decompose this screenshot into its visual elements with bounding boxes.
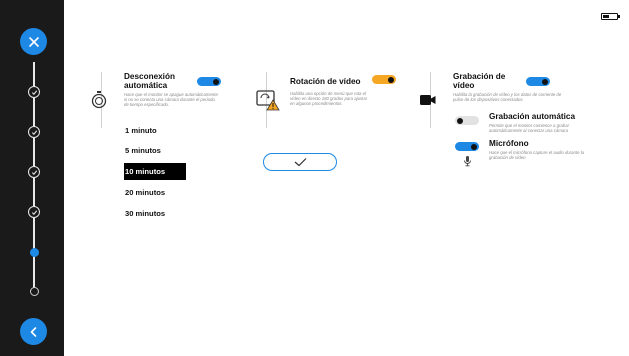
confirm-button[interactable] <box>263 153 337 171</box>
timer-icon <box>90 90 108 110</box>
auto-disconnect-description: Hace que el monitor se apague automática… <box>124 92 218 107</box>
video-recording-title: Grabación de vídeo <box>453 72 506 90</box>
step-done-icon[interactable] <box>28 206 40 218</box>
step-done-icon[interactable] <box>28 126 40 138</box>
back-button[interactable] <box>20 318 47 345</box>
video-recording-toggle[interactable] <box>526 77 550 86</box>
microphone-description: Hace que el micrófono capture el audio d… <box>489 150 585 160</box>
auto-disconnect-title: Desconexión automática <box>124 72 175 90</box>
microphone-title: Micrófono <box>489 139 529 148</box>
auto-record-title: Grabación automática <box>489 112 575 121</box>
video-recording-description: Habilita la grabación de vídeo y los dat… <box>453 92 562 102</box>
microphone-toggle[interactable] <box>455 142 479 151</box>
video-rotation-title: Rotación de vídeo <box>290 77 361 86</box>
sidebar <box>0 0 64 356</box>
timeout-option-10-selected[interactable]: 10 minutos <box>124 163 186 180</box>
video-camera-icon <box>419 92 437 108</box>
close-icon <box>28 36 39 47</box>
microphone-icon <box>463 155 472 167</box>
step-done-icon[interactable] <box>28 166 40 178</box>
timeout-option-5[interactable]: 5 minutos <box>122 142 161 159</box>
video-rotation-description: Habilita una opción de menú que rota el … <box>290 91 368 106</box>
step-pending-icon[interactable] <box>29 287 39 296</box>
video-rotation-toggle[interactable] <box>372 75 396 84</box>
screen-rotation-warning-icon <box>255 88 281 112</box>
step-done-icon[interactable] <box>28 86 40 98</box>
close-button[interactable] <box>20 28 47 55</box>
step-current-icon[interactable] <box>29 248 39 257</box>
timeout-option-30[interactable]: 30 minutos <box>122 205 165 222</box>
auto-record-toggle[interactable] <box>455 116 479 125</box>
checkmark-icon <box>294 158 306 167</box>
auto-record-description: Permite que el monitor comience a grabar… <box>489 123 570 133</box>
chevron-left-icon <box>30 326 36 337</box>
timeout-option-20[interactable]: 20 minutos <box>122 184 165 201</box>
battery-icon <box>601 13 620 20</box>
timeout-option-1[interactable]: 1 minuto <box>122 122 157 139</box>
auto-disconnect-toggle[interactable] <box>197 77 221 86</box>
